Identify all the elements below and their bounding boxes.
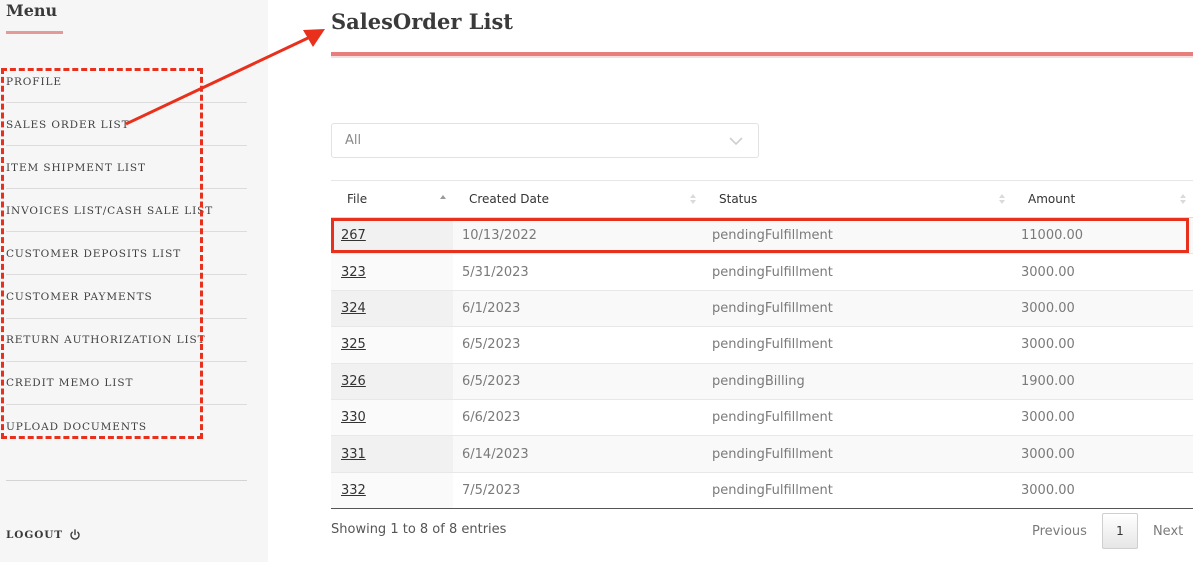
file-cell: 331 — [331, 435, 453, 473]
column-header-label: Created Date — [469, 192, 549, 206]
table-row[interactable]: 325 6/5/2023 pendingFulfillment 3000.00 — [331, 326, 1193, 364]
table-row[interactable]: 324 6/1/2023 pendingFulfillment 3000.00 — [331, 290, 1193, 327]
menu-title-underline — [6, 31, 63, 34]
status-cell: pendingFulfillment — [712, 482, 833, 498]
next-page-button[interactable]: Next — [1153, 524, 1183, 539]
sort-both-icon — [690, 194, 696, 204]
table-row[interactable]: 331 6/14/2023 pendingFulfillment 3000.00 — [331, 435, 1193, 473]
sort-ascending-icon — [440, 195, 446, 199]
file-cell: 267 — [331, 217, 453, 254]
file-cell: 326 — [331, 363, 453, 400]
file-link[interactable]: 325 — [341, 337, 366, 352]
column-header-created-date[interactable]: Created Date — [453, 181, 703, 218]
file-link[interactable]: 330 — [341, 410, 366, 425]
created-date-cell: 10/13/2022 — [462, 228, 537, 244]
file-link[interactable]: 267 — [341, 228, 366, 243]
file-link[interactable]: 324 — [341, 301, 366, 316]
sidebar-divider — [6, 480, 247, 481]
amount-cell: 3000.00 — [1021, 446, 1075, 462]
created-date-cell: 5/31/2023 — [462, 264, 529, 280]
column-header-label: Amount — [1028, 192, 1076, 206]
column-header-label: Status — [719, 192, 758, 206]
file-link[interactable]: 326 — [341, 374, 366, 389]
status-cell: pendingFulfillment — [712, 410, 833, 426]
created-date-cell: 6/14/2023 — [462, 446, 529, 462]
file-cell: 330 — [331, 399, 453, 436]
chevron-down-icon — [729, 137, 743, 146]
status-filter-value: All — [345, 133, 362, 148]
status-cell: pendingFulfillment — [712, 446, 833, 462]
status-cell: pendingFulfillment — [712, 300, 833, 316]
status-cell: pendingFulfillment — [712, 337, 833, 353]
amount-cell: 3000.00 — [1021, 337, 1075, 353]
table-row[interactable]: 326 6/5/2023 pendingBilling 1900.00 — [331, 363, 1193, 400]
created-date-cell: 6/5/2023 — [462, 337, 521, 353]
previous-page-button[interactable]: Previous — [1032, 524, 1087, 539]
amount-cell: 3000.00 — [1021, 264, 1075, 280]
status-filter-select[interactable]: All — [331, 123, 759, 158]
sales-order-table-wrapper: File Created Date Status Amount 267 10/1… — [331, 180, 1193, 509]
column-header-file[interactable]: File — [331, 181, 453, 218]
column-header-status[interactable]: Status — [703, 181, 1012, 218]
table-info-text: Showing 1 to 8 of 8 entries — [331, 522, 507, 537]
title-rule-shadow — [331, 56, 1193, 58]
column-header-amount[interactable]: Amount — [1012, 181, 1193, 218]
file-cell: 325 — [331, 326, 453, 364]
created-date-cell: 6/6/2023 — [462, 410, 521, 426]
table-row[interactable]: 267 10/13/2022 pendingFulfillment 11000.… — [331, 217, 1193, 254]
created-date-cell: 6/5/2023 — [462, 373, 521, 389]
page-title: SalesOrder List — [331, 9, 513, 34]
table-row[interactable]: 330 6/6/2023 pendingFulfillment 3000.00 — [331, 399, 1193, 436]
file-cell: 324 — [331, 290, 453, 327]
file-cell: 323 — [331, 253, 453, 291]
page-1-button[interactable]: 1 — [1101, 513, 1138, 549]
status-cell: pendingFulfillment — [712, 228, 833, 244]
column-header-label: File — [347, 192, 368, 206]
file-link[interactable]: 331 — [341, 447, 366, 462]
sort-both-icon — [1180, 194, 1186, 204]
created-date-cell: 6/1/2023 — [462, 300, 521, 316]
pagination: Previous 1 Next — [1032, 513, 1183, 549]
status-cell: pendingBilling — [712, 373, 805, 389]
sort-both-icon — [999, 194, 1005, 204]
amount-cell: 3000.00 — [1021, 410, 1075, 426]
amount-cell: 1900.00 — [1021, 373, 1075, 389]
sales-order-table: File Created Date Status Amount 267 10/1… — [331, 180, 1193, 509]
logout-label: LOGOUT — [6, 529, 64, 541]
amount-cell: 3000.00 — [1021, 300, 1075, 316]
created-date-cell: 7/5/2023 — [462, 482, 521, 498]
menu-annotation-box — [1, 68, 203, 439]
menu-title: Menu — [6, 1, 58, 20]
file-link[interactable]: 323 — [341, 265, 366, 280]
logout-button[interactable]: LOGOUT — [6, 529, 81, 541]
table-row[interactable]: 323 5/31/2023 pendingFulfillment 3000.00 — [331, 253, 1193, 291]
amount-cell: 3000.00 — [1021, 482, 1075, 498]
status-cell: pendingFulfillment — [712, 264, 833, 280]
file-cell: 332 — [331, 472, 453, 509]
table-row[interactable]: 332 7/5/2023 pendingFulfillment 3000.00 — [331, 472, 1193, 509]
table-header-row: File Created Date Status Amount — [331, 180, 1193, 218]
file-link[interactable]: 332 — [341, 483, 366, 498]
amount-cell: 11000.00 — [1021, 228, 1084, 244]
power-icon — [70, 529, 80, 540]
